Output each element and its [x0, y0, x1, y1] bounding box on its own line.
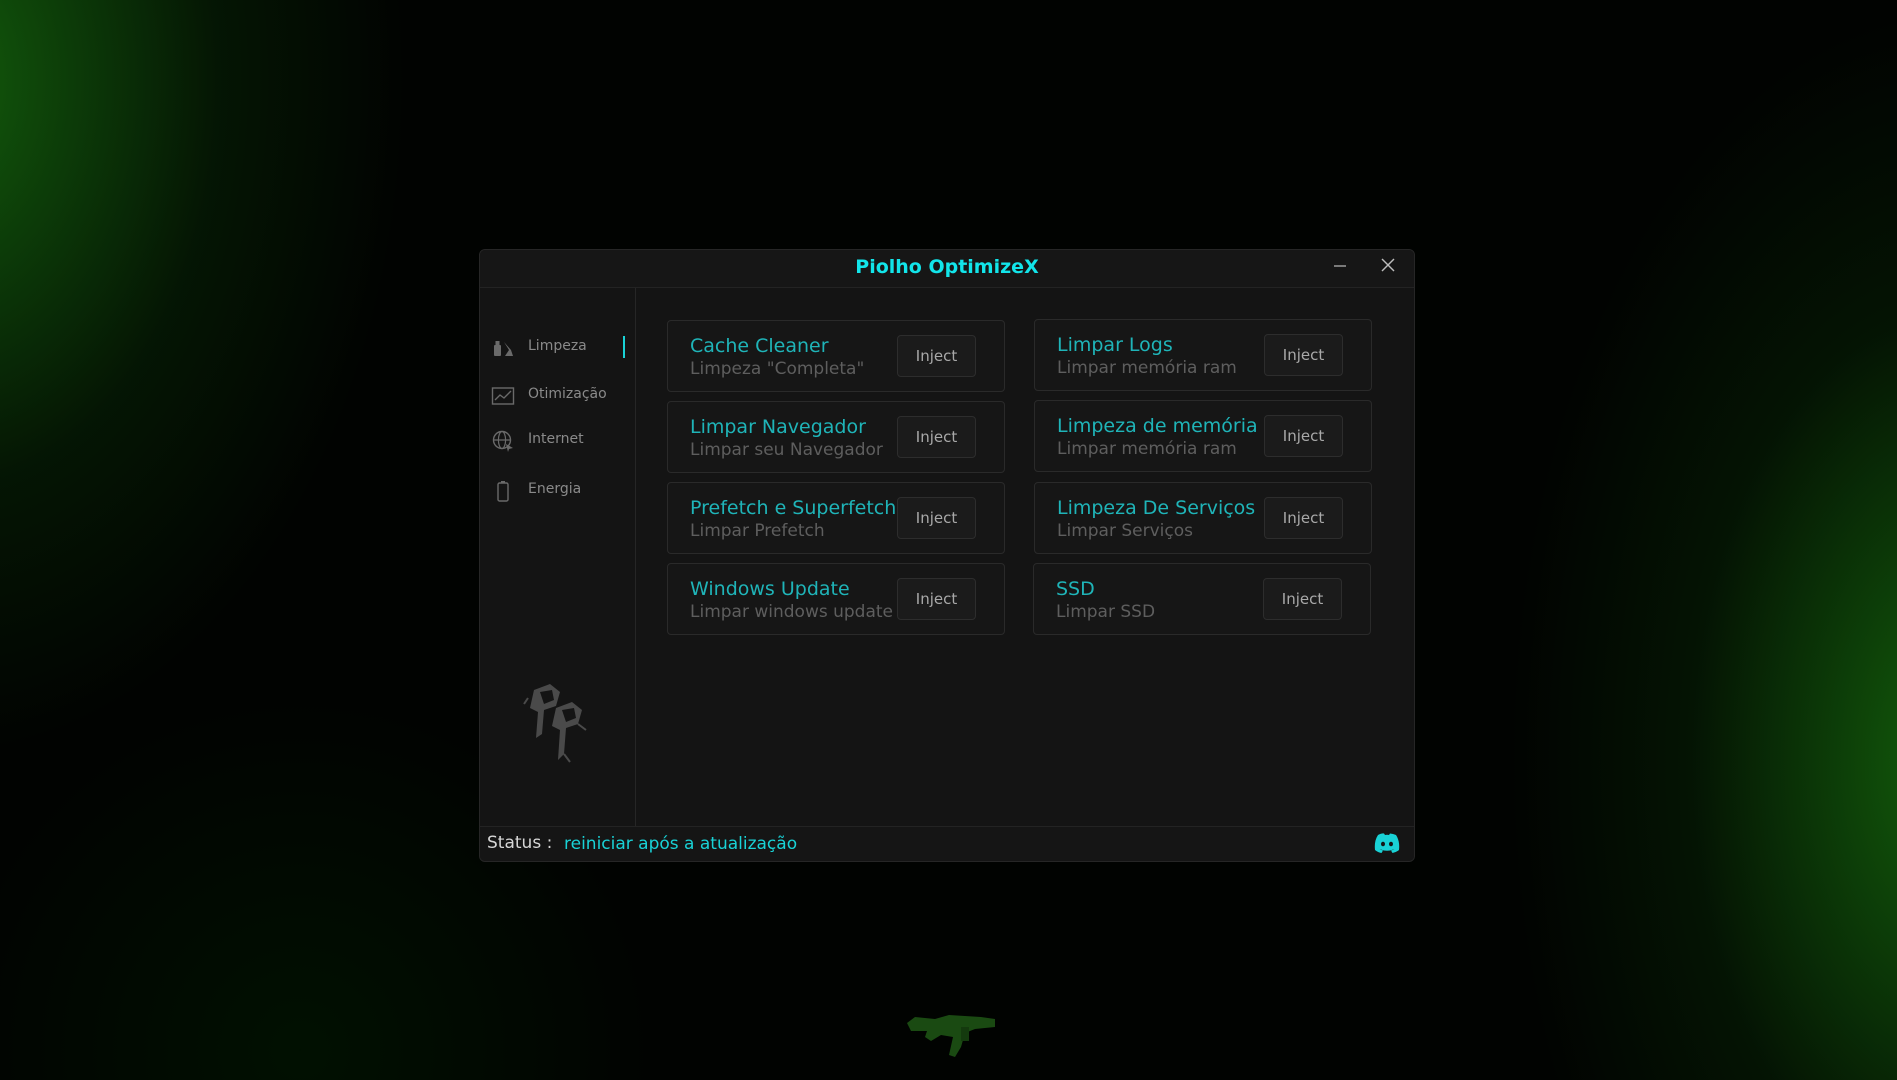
card-subtitle: Limpar windows update: [690, 602, 894, 622]
title-bar[interactable]: Piolho OptimizeX: [480, 250, 1414, 288]
card-subtitle: Limpar memória ram: [1057, 358, 1237, 378]
battery-icon: [497, 481, 509, 502]
sidebar-item-limpeza[interactable]: Limpeza: [491, 334, 631, 362]
card-title: Limpar Logs: [1057, 334, 1173, 356]
card-limpeza-de-servicos: Limpeza De Serviços Limpar Serviços Inje…: [1034, 482, 1372, 554]
inject-button[interactable]: Inject: [1264, 334, 1343, 376]
card-title: Cache Cleaner: [690, 335, 829, 357]
card-subtitle: Limpar seu Navegador: [690, 440, 883, 460]
card-title: Limpeza De Serviços: [1057, 497, 1256, 519]
status-value: reiniciar após a atualização: [564, 834, 798, 854]
sidebar-item-otimizacao[interactable]: Otimização: [491, 382, 631, 410]
active-indicator: [623, 336, 625, 358]
gun-icon: [907, 1015, 995, 1057]
card-prefetch-superfetch: Prefetch e Superfetch Limpar Prefetch In…: [667, 482, 1005, 554]
inject-button[interactable]: Inject: [897, 335, 976, 377]
card-subtitle: Limpeza "Completa": [690, 359, 865, 379]
inject-button[interactable]: Inject: [1264, 497, 1343, 539]
card-title: Limpar Navegador: [690, 416, 866, 438]
close-icon: [1381, 258, 1395, 272]
globe-icon: [492, 430, 513, 452]
inject-button[interactable]: Inject: [897, 416, 976, 458]
card-subtitle: Limpar memória ram: [1057, 439, 1237, 459]
sidebar-item-label: Otimização: [528, 386, 607, 402]
sidebar-item-label: Limpeza: [528, 338, 587, 354]
inject-button[interactable]: Inject: [1264, 415, 1343, 457]
status-label: Status :: [487, 833, 553, 853]
inject-button[interactable]: Inject: [1263, 578, 1342, 620]
card-windows-update: Windows Update Limpar windows update Inj…: [667, 563, 1005, 635]
sidebar-item-energia[interactable]: Energia: [491, 477, 631, 505]
card-title: Limpeza de memória: [1057, 415, 1258, 437]
card-cache-cleaner: Cache Cleaner Limpeza "Completa" Inject: [667, 320, 1005, 392]
card-limpeza-de-memoria: Limpeza de memória Limpar memória ram In…: [1034, 400, 1372, 472]
app-window: Piolho OptimizeX Limpeza Otimização Inte…: [479, 249, 1415, 862]
discord-icon[interactable]: [1373, 831, 1401, 855]
card-ssd: SSD Limpar SSD Inject: [1033, 563, 1371, 635]
minimize-button[interactable]: [1326, 256, 1354, 280]
card-subtitle: Limpar SSD: [1056, 602, 1156, 622]
card-limpar-navegador: Limpar Navegador Limpar seu Navegador In…: [667, 401, 1005, 473]
inject-button[interactable]: Inject: [897, 578, 976, 620]
card-subtitle: Limpar Serviços: [1057, 521, 1193, 541]
card-title: Prefetch e Superfetch: [690, 497, 897, 519]
pp-logo-icon: [523, 684, 587, 763]
chart-icon: [491, 387, 515, 405]
card-title: Windows Update: [690, 578, 850, 600]
sidebar-item-internet[interactable]: Internet: [491, 427, 631, 455]
card-limpar-logs: Limpar Logs Limpar memória ram Inject: [1034, 319, 1372, 391]
sidebar-item-label: Energia: [528, 481, 582, 497]
sidebar: Limpeza Otimização Internet Energia: [480, 288, 636, 826]
broom-icon: [494, 341, 513, 356]
window-title: Piolho OptimizeX: [855, 256, 1039, 278]
sidebar-item-label: Internet: [528, 431, 584, 447]
status-bar: Status : reiniciar após a atualização: [480, 826, 1414, 861]
card-subtitle: Limpar Prefetch: [690, 521, 825, 541]
close-button[interactable]: [1374, 256, 1402, 280]
minimize-icon: [1334, 265, 1346, 267]
inject-button[interactable]: Inject: [897, 497, 976, 539]
card-title: SSD: [1056, 578, 1095, 600]
